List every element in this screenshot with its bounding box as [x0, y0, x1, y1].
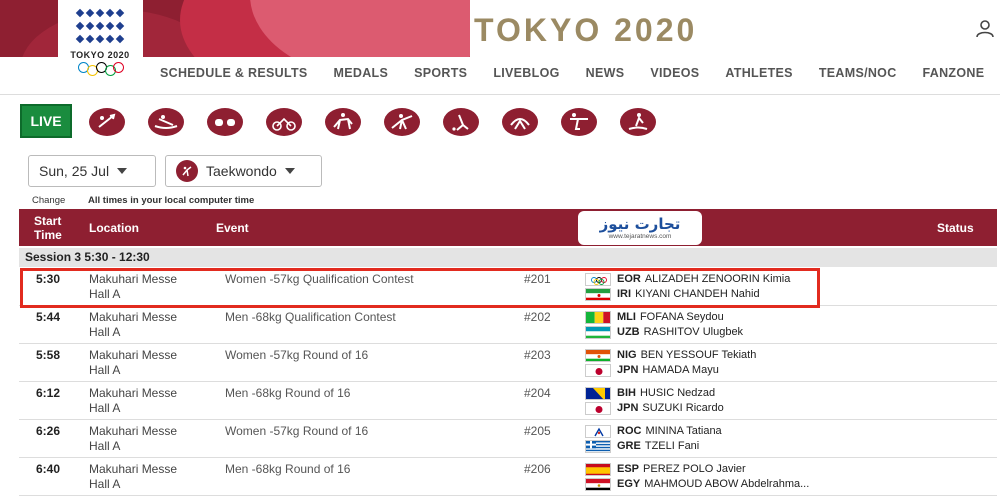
- nav-athletes[interactable]: ATHLETES: [725, 66, 792, 84]
- surfing-icon[interactable]: [617, 105, 659, 139]
- main-navigation: SCHEDULE & RESULTS MEDALS SPORTS LIVEBLO…: [160, 66, 1000, 84]
- start-time: 6:26: [36, 424, 61, 438]
- athlete-entry[interactable]: EGY MAHMOUD ABOW Abdelrahma...: [585, 477, 809, 491]
- chevron-down-icon: [284, 168, 295, 174]
- nav-sports[interactable]: SPORTS: [414, 66, 467, 84]
- emblem-icon: [70, 4, 130, 48]
- nav-videos[interactable]: VIDEOS: [650, 66, 699, 84]
- equestrian-icon[interactable]: [322, 105, 364, 139]
- divider: [0, 94, 1000, 95]
- table-row[interactable]: 5:44 Makuhari Messe Hall A Men -68kg Qualif…: [19, 306, 997, 344]
- athlete-entry[interactable]: JPN HAMADA Mayu: [585, 363, 719, 377]
- start-time: 6:12: [36, 386, 61, 400]
- column-status: Status: [937, 221, 974, 235]
- nav-liveblog[interactable]: LIVEBLOG: [493, 66, 559, 84]
- start-time: 6:40: [36, 462, 61, 476]
- cycling-icon[interactable]: [263, 105, 305, 139]
- event-name[interactable]: Men -68kg Qualification Contest: [225, 310, 396, 324]
- jpn-flag-icon: [585, 363, 611, 377]
- sport-icon-bar: [86, 105, 659, 139]
- column-location: Location: [89, 221, 139, 235]
- watermark-logo: تجارت نیوز www.tejaratnews.com: [578, 211, 702, 245]
- judo-icon[interactable]: [499, 105, 541, 139]
- uzb-flag-icon: [585, 325, 611, 339]
- timezone-note: All times in your local computer time: [88, 195, 255, 206]
- session-header: Session 3 5:30 - 12:30: [19, 248, 997, 267]
- location: Makuhari Messe Hall A: [89, 386, 178, 415]
- athlete-entry[interactable]: GRE TZELI Fani: [585, 439, 699, 453]
- start-time: 5:44: [36, 310, 61, 324]
- mli-flag-icon: [585, 310, 611, 324]
- location: Makuhari Messe Hall A: [89, 424, 178, 453]
- change-link[interactable]: Change: [32, 195, 65, 206]
- column-event: Event: [216, 221, 249, 235]
- schedule-table-header: Start Time Location Event Status: [19, 209, 997, 246]
- nig-flag-icon: [585, 348, 611, 362]
- rowing-icon[interactable]: [145, 105, 187, 139]
- contest-number: #203: [524, 348, 551, 362]
- jpn-flag-icon: [585, 401, 611, 415]
- column-start-time: Start Time: [34, 214, 62, 242]
- sport-select[interactable]: Taekwondo: [165, 155, 322, 187]
- table-row[interactable]: 6:26 Makuhari Messe Hall A Women -57kg Roun…: [19, 420, 997, 458]
- athlete-entry[interactable]: ESP PEREZ POLO Javier: [585, 462, 746, 476]
- shooting-icon[interactable]: [558, 105, 600, 139]
- table-row[interactable]: 6:40 Makuhari Messe Hall A Men -68kg Round …: [19, 458, 997, 496]
- nav-news[interactable]: NEWS: [586, 66, 625, 84]
- roc-flag-icon: [585, 424, 611, 438]
- location: Makuhari Messe Hall A: [89, 348, 178, 377]
- boxing-icon[interactable]: [204, 105, 246, 139]
- athlete-entry[interactable]: BIH HUSIC Nedzad: [585, 386, 715, 400]
- user-account-icon[interactable]: [975, 18, 995, 38]
- date-select[interactable]: Sun, 25 Jul: [28, 155, 156, 187]
- table-row[interactable]: 5:58 Makuhari Messe Hall A Women -57kg Roun…: [19, 344, 997, 382]
- hockey-icon[interactable]: [440, 105, 482, 139]
- contest-number: #205: [524, 424, 551, 438]
- nav-fanzone[interactable]: FANZONE: [923, 66, 985, 84]
- location: Makuhari Messe Hall A: [89, 462, 178, 491]
- gre-flag-icon: [585, 439, 611, 453]
- date-select-value: Sun, 25 Jul: [39, 163, 110, 179]
- sport-select-value: Taekwondo: [206, 163, 277, 179]
- nav-medals[interactable]: MEDALS: [334, 66, 389, 84]
- event-name[interactable]: Men -68kg Round of 16: [225, 462, 350, 476]
- archery-icon[interactable]: [86, 105, 128, 139]
- esp-flag-icon: [585, 462, 611, 476]
- table-row[interactable]: 6:12 Makuhari Messe Hall A Men -68kg Round …: [19, 382, 997, 420]
- live-button[interactable]: LIVE: [20, 104, 72, 138]
- brand-title: TOKYO 2020: [474, 12, 698, 48]
- nav-schedule-results[interactable]: SCHEDULE & RESULTS: [160, 66, 308, 84]
- highlight-box: [20, 268, 820, 308]
- location: Makuhari Messe Hall A: [89, 310, 178, 339]
- event-name[interactable]: Men -68kg Round of 16: [225, 386, 350, 400]
- athlete-entry[interactable]: NIG BEN YESSOUF Tekiath: [585, 348, 756, 362]
- logo-text: TOKYO 2020: [70, 50, 130, 60]
- egy-flag-icon: [585, 477, 611, 491]
- chevron-down-icon: [117, 168, 128, 174]
- bih-flag-icon: [585, 386, 611, 400]
- nav-teams-noc[interactable]: TEAMS/NOC: [819, 66, 897, 84]
- contest-number: #204: [524, 386, 551, 400]
- contest-number: #206: [524, 462, 551, 476]
- athlete-entry[interactable]: UZB RASHITOV Ulugbek: [585, 325, 743, 339]
- start-time: 5:58: [36, 348, 61, 362]
- athlete-entry[interactable]: ROC MININA Tatiana: [585, 424, 722, 438]
- taekwondo-icon: [176, 160, 198, 182]
- olympic-rings-icon: [78, 62, 124, 76]
- fencing-icon[interactable]: [381, 105, 423, 139]
- event-name[interactable]: Women -57kg Round of 16: [225, 348, 368, 362]
- athlete-entry[interactable]: JPN SUZUKI Ricardo: [585, 401, 724, 415]
- athlete-entry[interactable]: MLI FOFANA Seydou: [585, 310, 724, 324]
- event-name[interactable]: Women -57kg Round of 16: [225, 424, 368, 438]
- contest-number: #202: [524, 310, 551, 324]
